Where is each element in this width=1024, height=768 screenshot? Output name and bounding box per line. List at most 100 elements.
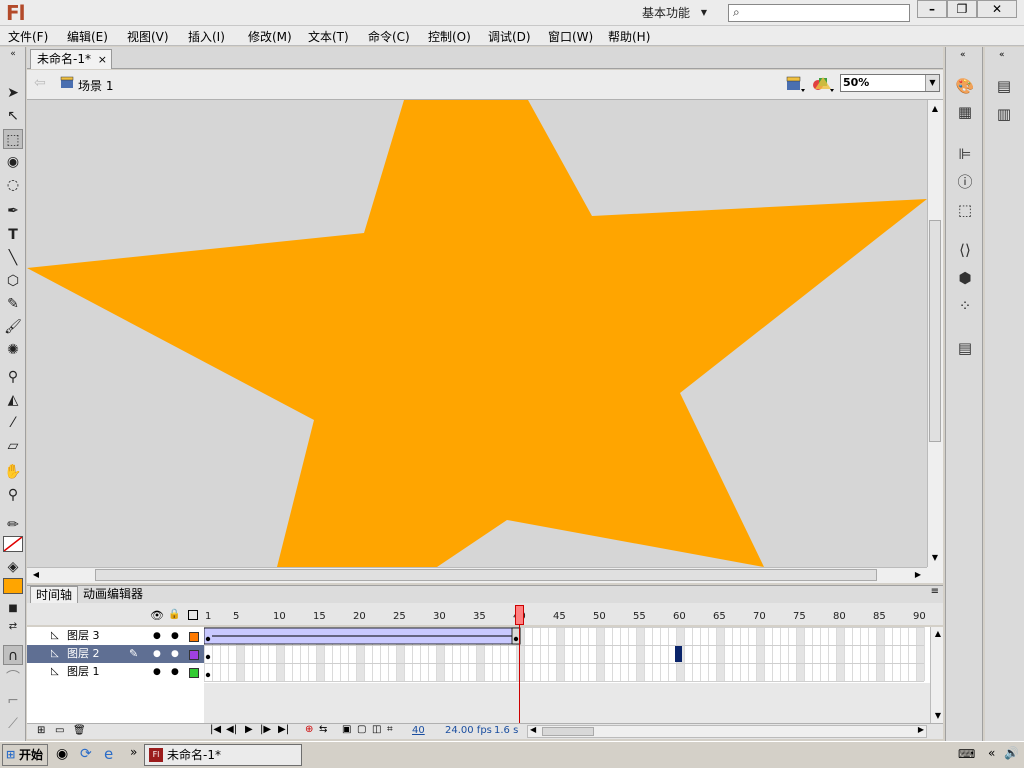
scroll-thumb[interactable] [95, 569, 877, 581]
center-frame-icon[interactable]: ⊕ [305, 724, 313, 735]
motion-presets-icon[interactable]: ⁘ [953, 295, 977, 317]
selection-tool-icon[interactable]: ➤ [3, 83, 23, 103]
more-icon[interactable]: » [130, 745, 137, 759]
tab-motion-editor[interactable]: 动画编辑器 [78, 586, 148, 604]
frame-rate[interactable]: 24.00 fps [445, 725, 492, 736]
polystar-tool-icon[interactable]: ⬡ [3, 271, 23, 291]
menu-debug[interactable]: 调试(D) [488, 28, 531, 45]
app-launcher-icon[interactable]: ⟳ [80, 746, 92, 762]
layer-lock-dot[interactable]: ● [171, 627, 179, 645]
workspace-switcher[interactable]: 基本功能 ▼ [632, 3, 717, 23]
scroll-up-icon[interactable]: ▲ [931, 627, 945, 641]
scroll-right-icon[interactable]: ▶ [918, 725, 924, 734]
properties-panel-icon[interactable]: ▤ [992, 75, 1016, 97]
current-frame[interactable]: 40 [412, 725, 425, 736]
info-panel-icon[interactable]: ⓘ [953, 171, 977, 193]
collapse-icon[interactable]: « [3, 49, 23, 59]
3d-rotation-tool-icon[interactable]: ◉ [3, 152, 23, 172]
menu-text[interactable]: 文本(T) [308, 28, 349, 45]
menu-commands[interactable]: 命令(C) [368, 28, 410, 45]
modify-markers-icon[interactable]: ⌗ [387, 724, 393, 735]
panel-menu-icon[interactable]: ≡ [931, 586, 939, 597]
minimize-button[interactable]: – [917, 0, 947, 18]
star-shape[interactable] [27, 100, 927, 567]
straighten-icon[interactable]: ⌐ [3, 691, 23, 711]
browser-icon[interactable]: ◉ [56, 746, 68, 762]
scroll-thumb[interactable] [542, 727, 594, 736]
subselection-tool-icon[interactable]: ↖ [3, 106, 23, 126]
bone-tool-icon[interactable]: ⚲ [3, 367, 23, 387]
scroll-left-icon[interactable]: ◀ [530, 725, 536, 734]
layer-row-3[interactable]: ◺ 图层 3 ● ● [27, 627, 204, 645]
restore-button[interactable]: ❐ [947, 0, 977, 18]
menu-window[interactable]: 窗口(W) [548, 28, 593, 45]
deco-tool-icon[interactable]: ✺ [3, 340, 23, 360]
scroll-down-icon[interactable]: ▼ [928, 551, 942, 565]
smooth-icon[interactable]: ⌒ [3, 668, 23, 688]
layer-lock-dot[interactable]: ● [171, 663, 179, 681]
play-icon[interactable]: ▶ [245, 724, 253, 735]
tray-expand-icon[interactable]: « [988, 746, 995, 760]
fill-color-swatch[interactable] [3, 578, 23, 594]
tab-timeline[interactable]: 时间轴 [30, 586, 79, 604]
color-panel-icon[interactable]: 🎨 [953, 75, 977, 97]
pencil-tool-icon[interactable]: ✎ [3, 294, 23, 314]
collapse-icon[interactable]: « [960, 50, 966, 60]
prev-frame-icon[interactable]: ◀| [226, 724, 237, 735]
transform-panel-icon[interactable]: ⬚ [953, 199, 977, 221]
taskbar-item-document[interactable]: Fl 未命名-1* [144, 744, 302, 766]
scroll-thumb[interactable] [929, 220, 941, 442]
collapse-icon[interactable]: « [999, 50, 1005, 60]
onion-outlines-icon[interactable]: ▢ [357, 724, 366, 735]
start-button[interactable]: ⊞ 开始 [2, 744, 48, 766]
layer-outline-swatch[interactable] [189, 632, 199, 642]
edit-multiple-frames-icon[interactable]: ◫ [372, 724, 381, 735]
snap-magnet-icon[interactable]: ∩ [3, 645, 23, 665]
menu-modify[interactable]: 修改(M) [248, 28, 292, 45]
frames-grid[interactable] [204, 627, 930, 683]
text-tool-icon[interactable]: T [3, 225, 23, 245]
paint-bucket-tool-icon[interactable]: ◭ [3, 390, 23, 410]
new-layer-icon[interactable]: ⊞ [37, 725, 45, 736]
align-panel-icon[interactable]: ⊫ [953, 143, 977, 165]
close-button[interactable]: ✕ [977, 0, 1017, 18]
layer-visible-dot[interactable]: ● [153, 645, 161, 663]
menu-file[interactable]: 文件(F) [8, 28, 48, 45]
new-folder-icon[interactable]: ▭ [55, 725, 64, 736]
layer-outline-swatch[interactable] [189, 668, 199, 678]
stroke-color-icon[interactable]: ✏ [3, 515, 23, 535]
code-snippets-icon[interactable]: ⟨⟩ [953, 239, 977, 261]
close-tab-icon[interactable]: × [98, 50, 107, 69]
stage[interactable] [27, 100, 927, 567]
edit-scene-icon[interactable] [786, 75, 806, 93]
brush-tool-icon[interactable]: 🖌 [3, 317, 23, 337]
layer-lock-dot[interactable]: ● [171, 645, 179, 663]
eraser-tool-icon[interactable]: ▱ [3, 436, 23, 456]
layer-row-2[interactable]: ◺ 图层 2 ✎ ● ● [27, 645, 204, 663]
menu-edit[interactable]: 编辑(E) [67, 28, 108, 45]
layer-row-1[interactable]: ◺ 图层 1 ● ● [27, 663, 204, 681]
document-tab[interactable]: 未命名-1* × [30, 49, 112, 69]
library-panel-icon[interactable]: ▥ [992, 103, 1016, 125]
ie-icon[interactable]: e [104, 745, 113, 763]
hand-tool-icon[interactable]: ✋ [3, 462, 23, 482]
menu-control[interactable]: 控制(O) [428, 28, 471, 45]
free-transform-tool-icon[interactable]: ⬚ [3, 129, 23, 149]
first-frame-icon[interactable]: |◀ [210, 724, 221, 735]
stage-vertical-scrollbar[interactable]: ▲ ▼ [927, 100, 943, 567]
next-frame-icon[interactable]: |▶ [260, 724, 271, 735]
scroll-right-icon[interactable]: ▶ [911, 568, 925, 582]
zoom-select[interactable]: 50% ▼ [840, 74, 940, 92]
menu-insert[interactable]: 插入(I) [188, 28, 225, 45]
project-panel-icon[interactable]: ▤ [953, 337, 977, 359]
delete-layer-icon[interactable]: 🗑 [73, 725, 86, 736]
layer-visible-dot[interactable]: ● [153, 627, 161, 645]
pen-tool-icon[interactable]: ✒ [3, 201, 23, 221]
last-frame-icon[interactable]: ▶| [278, 724, 289, 735]
timeline-horizontal-scrollbar[interactable]: ◀ ▶ [527, 725, 927, 738]
lasso-tool-icon[interactable]: ◌ [3, 175, 23, 195]
layer-outline-swatch[interactable] [189, 650, 199, 660]
stroke-color-swatch[interactable] [3, 536, 23, 552]
back-arrow-icon[interactable]: ⇦ [34, 75, 46, 91]
scroll-up-icon[interactable]: ▲ [928, 102, 942, 116]
